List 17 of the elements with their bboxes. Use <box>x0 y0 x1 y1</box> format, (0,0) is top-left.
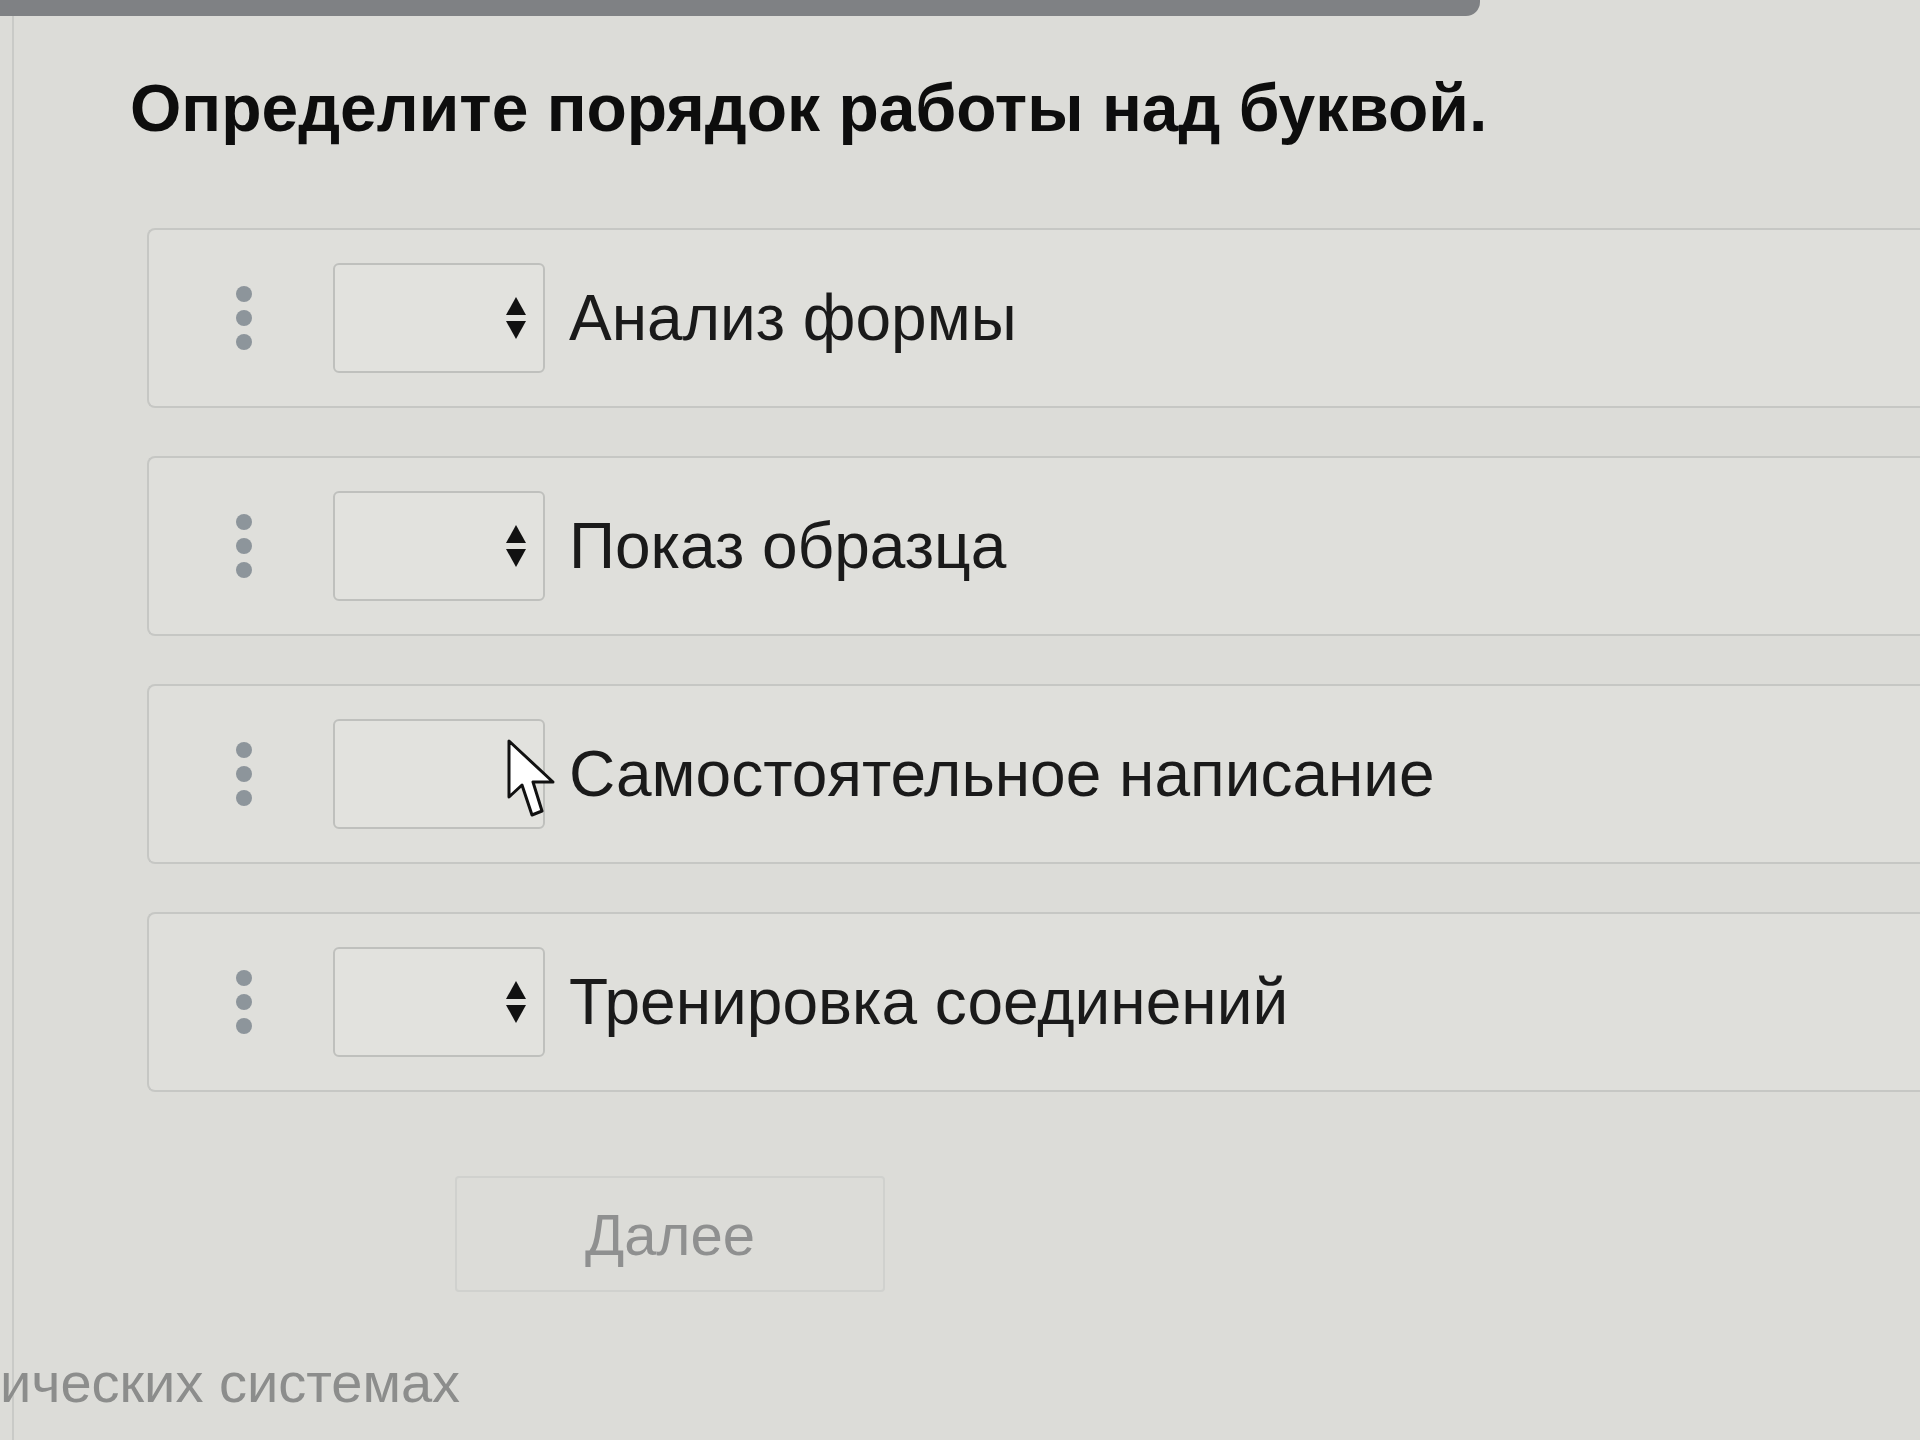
item-label: Показ образца <box>569 509 1007 583</box>
order-item[interactable]: Показ образца <box>147 456 1920 636</box>
up-down-arrows-icon <box>505 296 527 340</box>
up-down-arrows-icon <box>505 524 527 568</box>
question-title: Определите порядок работы над буквой. <box>130 70 1488 147</box>
order-item[interactable]: Самостоятельное написание <box>147 684 1920 864</box>
item-label: Тренировка соединений <box>569 965 1289 1039</box>
item-label: Анализ формы <box>569 281 1017 355</box>
order-item[interactable]: Анализ формы <box>147 228 1920 408</box>
item-label: Самостоятельное написание <box>569 737 1435 811</box>
order-item[interactable]: Тренировка соединений <box>147 912 1920 1092</box>
footer-text: ических системах <box>0 1350 461 1415</box>
drag-handle-icon[interactable] <box>235 513 253 579</box>
drag-handle-icon[interactable] <box>235 969 253 1035</box>
drag-handle-icon[interactable] <box>235 741 253 807</box>
up-down-arrows-icon <box>505 980 527 1024</box>
drag-handle-icon[interactable] <box>235 285 253 351</box>
